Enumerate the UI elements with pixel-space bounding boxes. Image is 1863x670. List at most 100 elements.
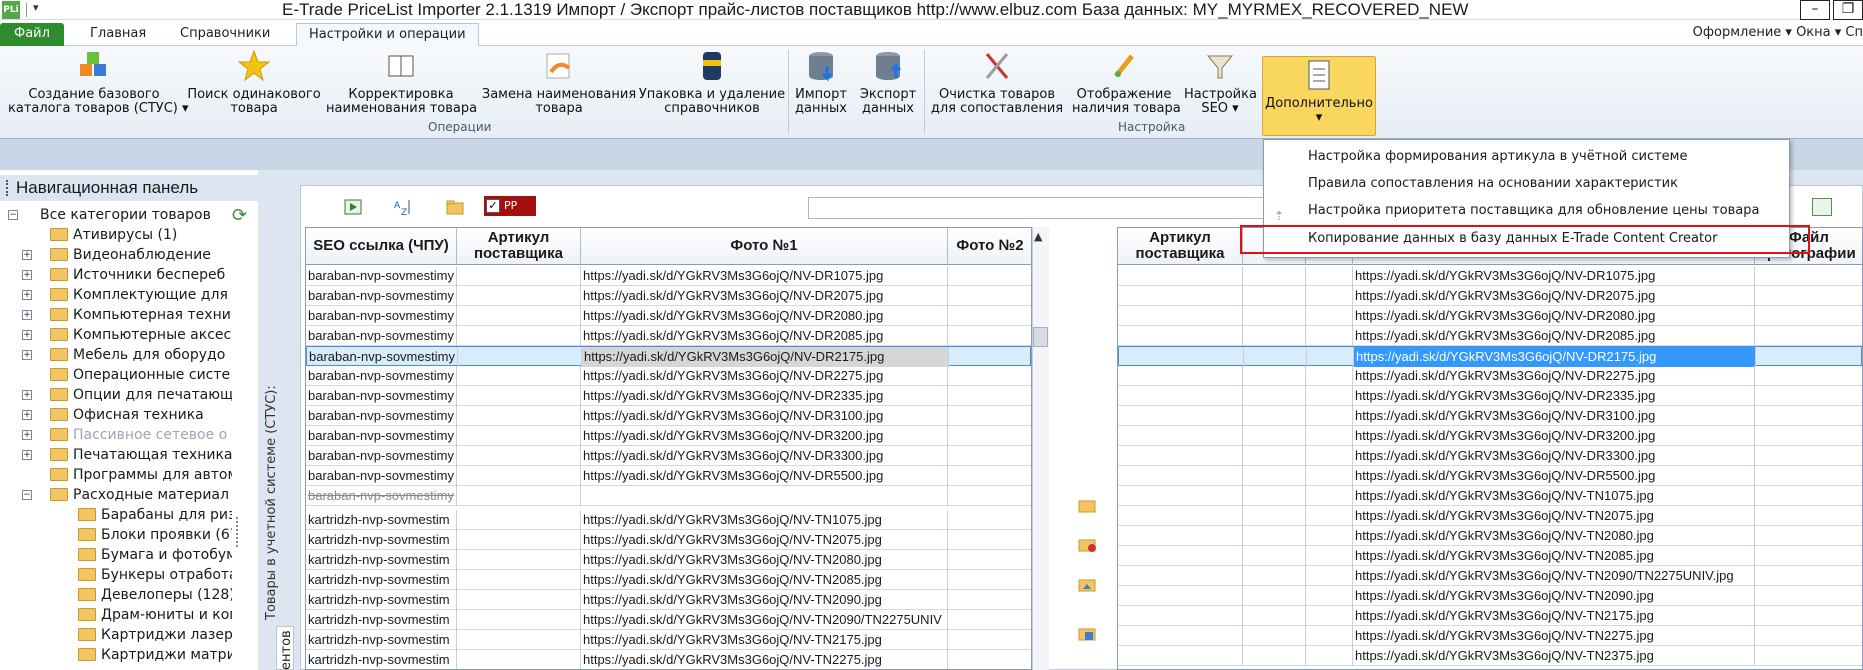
tree-item[interactable]: + Комплектующие для <box>22 285 228 305</box>
table-cell[interactable] <box>1119 347 1244 367</box>
table-cell[interactable] <box>457 610 581 630</box>
table-cell[interactable] <box>1755 586 1862 606</box>
clear-products-button[interactable]: Очистка товаров для сопоставления <box>930 48 1064 120</box>
table-row[interactable]: https://yadi.sk/d/YGkRV3Ms3G6ojQ/NV-TN20… <box>1118 526 1862 546</box>
table-cell[interactable] <box>1243 466 1306 486</box>
table-cell[interactable] <box>1118 286 1243 306</box>
table-cell[interactable] <box>948 306 1031 326</box>
table-cell[interactable]: kartridzh-nvp-sovmestim <box>306 510 457 530</box>
menu-item-supplier-priority[interactable]: ⇡ Настройка приоритета поставщика для об… <box>1264 198 1789 224</box>
folder-delete-icon[interactable] <box>1077 535 1097 553</box>
menu-item-article-format[interactable]: Настройка формирования артикула в учётно… <box>1264 144 1789 170</box>
tree-item[interactable]: Операционные систе <box>50 365 230 385</box>
table-cell[interactable]: kartridzh-nvp-sovmestim <box>306 610 457 630</box>
table-cell[interactable]: https://yadi.sk/d/YGkRV3Ms3G6ojQ/NV-DR20… <box>1353 326 1755 346</box>
table-row[interactable]: https://yadi.sk/d/YGkRV3Ms3G6ojQ/NV-DR55… <box>1118 466 1862 486</box>
table-cell[interactable]: https://yadi.sk/d/YGkRV3Ms3G6ojQ/NV-TN20… <box>1353 566 1755 586</box>
table-cell[interactable]: kartridzh-nvp-sovmestim <box>306 550 457 570</box>
table-cell[interactable] <box>1243 546 1306 566</box>
tree-item[interactable]: + Офисная техника <box>22 405 204 425</box>
table-row[interactable]: https://yadi.sk/d/YGkRV3Ms3G6ojQ/NV-TN20… <box>1118 546 1862 566</box>
table-row[interactable]: https://yadi.sk/d/YGkRV3Ms3G6ojQ/NV-DR33… <box>1118 446 1862 466</box>
table-row[interactable]: https://yadi.sk/d/YGkRV3Ms3G6ojQ/NV-TN20… <box>1118 506 1862 526</box>
find-same-product-button[interactable]: Поиск одинакового товара <box>184 48 324 120</box>
table-cell[interactable] <box>948 510 1031 530</box>
panel-grip-icon[interactable] <box>6 180 9 196</box>
table-cell[interactable] <box>1306 526 1353 546</box>
table-cell[interactable] <box>948 650 1031 669</box>
table-cell[interactable]: https://yadi.sk/d/YGkRV3Ms3G6ojQ/NV-TN21… <box>581 630 948 650</box>
table-cell[interactable]: https://yadi.sk/d/YGkRV3Ms3G6ojQ/NV-TN10… <box>581 510 948 530</box>
table-cell[interactable]: https://yadi.sk/d/YGkRV3Ms3G6ojQ/NV-DR33… <box>581 446 948 466</box>
table-cell[interactable] <box>1755 506 1862 526</box>
table-cell[interactable] <box>1243 426 1306 446</box>
side-tab-label[interactable]: Товары в учетной системе (СТУС): <box>264 385 279 620</box>
table-cell[interactable]: https://yadi.sk/d/YGkRV3Ms3G6ojQ/NV-TN20… <box>1353 526 1755 546</box>
table-cell[interactable] <box>1243 286 1306 306</box>
table-cell[interactable] <box>948 486 1031 506</box>
table-cell[interactable] <box>1118 426 1243 446</box>
table-cell[interactable] <box>1118 566 1243 586</box>
tab-home[interactable]: Главная <box>78 23 158 46</box>
table-row[interactable]: baraban-nvp-sovmestimy <box>306 486 1031 506</box>
column-header[interactable]: Артикул поставщика <box>457 228 581 265</box>
tree-expander-icon[interactable]: + <box>22 430 32 440</box>
table-cell[interactable] <box>457 326 581 346</box>
table-cell[interactable]: kartridzh-nvp-sovmestim <box>306 570 457 590</box>
table-cell[interactable] <box>457 550 581 570</box>
tree-expander-icon[interactable]: + <box>22 310 32 320</box>
table-cell[interactable] <box>1243 366 1306 386</box>
table-row[interactable]: https://yadi.sk/d/YGkRV3Ms3G6ojQ/NV-TN10… <box>1118 486 1862 506</box>
replace-product-name-button[interactable]: Замена наименования товара <box>480 48 638 120</box>
table-row[interactable]: https://yadi.sk/d/YGkRV3Ms3G6ojQ/NV-TN20… <box>1118 566 1862 586</box>
table-cell[interactable] <box>1118 266 1243 286</box>
table-cell[interactable] <box>1755 286 1862 306</box>
table-cell[interactable] <box>1755 406 1862 426</box>
table-cell[interactable] <box>948 550 1031 570</box>
table-cell[interactable] <box>1755 626 1862 646</box>
table-row[interactable]: baraban-nvp-sovmestimy https://yadi.sk/d/… <box>306 326 1031 346</box>
import-data-button[interactable]: Импорт данных <box>792 48 850 120</box>
table-cell[interactable] <box>1243 486 1306 506</box>
fix-product-name-button[interactable]: Корректировка наименования товара <box>326 48 477 120</box>
table-cell[interactable] <box>1243 326 1306 346</box>
tree-scroll-grip[interactable] <box>236 517 242 547</box>
table-cell[interactable] <box>1306 326 1353 346</box>
table-cell[interactable] <box>457 426 581 446</box>
table-cell[interactable] <box>1118 486 1243 506</box>
tree-item[interactable]: Девелоперы (128) <box>78 585 232 605</box>
scroll-up-icon[interactable]: ▲ <box>1034 230 1042 243</box>
table-cell[interactable] <box>1756 347 1862 367</box>
table-row[interactable]: https://yadi.sk/d/YGkRV3Ms3G6ojQ/NV-DR32… <box>1118 426 1862 446</box>
table-cell[interactable] <box>948 326 1031 346</box>
table-cell[interactable]: baraban-nvp-sovmestimy <box>306 286 457 306</box>
table-cell[interactable]: https://yadi.sk/d/YGkRV3Ms3G6ojQ/NV-DR32… <box>1353 426 1755 446</box>
tree-item[interactable]: + Опции для печатающ <box>22 385 232 405</box>
table-cell[interactable] <box>1306 486 1353 506</box>
tab-settings-operations[interactable]: Настройки и операции <box>296 23 479 46</box>
table-cell[interactable] <box>948 590 1031 610</box>
grid-toggle-icon[interactable] <box>1812 198 1832 216</box>
table-cell[interactable]: https://yadi.sk/d/YGkRV3Ms3G6ojQ/NV-DR31… <box>581 406 948 426</box>
more-options-button[interactable]: Дополнительно ▾ <box>1262 56 1376 136</box>
table-cell[interactable] <box>457 306 581 326</box>
table-cell[interactable]: https://yadi.sk/d/YGkRV3Ms3G6ojQ/NV-TN20… <box>581 550 948 570</box>
table-row[interactable]: kartridzh-nvp-sovmestim https://yadi.sk/d… <box>306 630 1031 650</box>
table-cell[interactable]: https://yadi.sk/d/YGkRV3Ms3G6ojQ/NV-DR33… <box>1353 446 1755 466</box>
scroll-thumb[interactable] <box>1033 327 1048 347</box>
table-row[interactable]: baraban-nvp-sovmestimy https://yadi.sk/d/… <box>306 286 1031 306</box>
table-cell[interactable] <box>948 286 1031 306</box>
table-cell[interactable] <box>1755 646 1862 666</box>
table-cell[interactable]: kartridzh-nvp-sovmestim <box>306 630 457 650</box>
column-header[interactable]: Артикул поставщика <box>1118 228 1243 265</box>
table-cell[interactable]: baraban-nvp-sovmestimy <box>306 366 457 386</box>
minimize-button[interactable]: – <box>1800 0 1830 20</box>
table-cell[interactable]: https://yadi.sk/d/YGkRV3Ms3G6ojQ/NV-TN22… <box>581 650 948 669</box>
table-cell[interactable]: https://yadi.sk/d/YGkRV3Ms3G6ojQ/NV-TN20… <box>581 530 948 550</box>
table-cell[interactable] <box>457 570 581 590</box>
table-row[interactable]: baraban-nvp-sovmestimy https://yadi.sk/d/… <box>306 346 1031 367</box>
tree-item[interactable]: Бункеры отработа <box>78 565 232 585</box>
table-cell[interactable] <box>457 286 581 306</box>
table-row[interactable]: baraban-nvp-sovmestimy https://yadi.sk/d/… <box>306 306 1031 326</box>
table-row[interactable]: https://yadi.sk/d/YGkRV3Ms3G6ojQ/NV-DR31… <box>1118 406 1862 426</box>
